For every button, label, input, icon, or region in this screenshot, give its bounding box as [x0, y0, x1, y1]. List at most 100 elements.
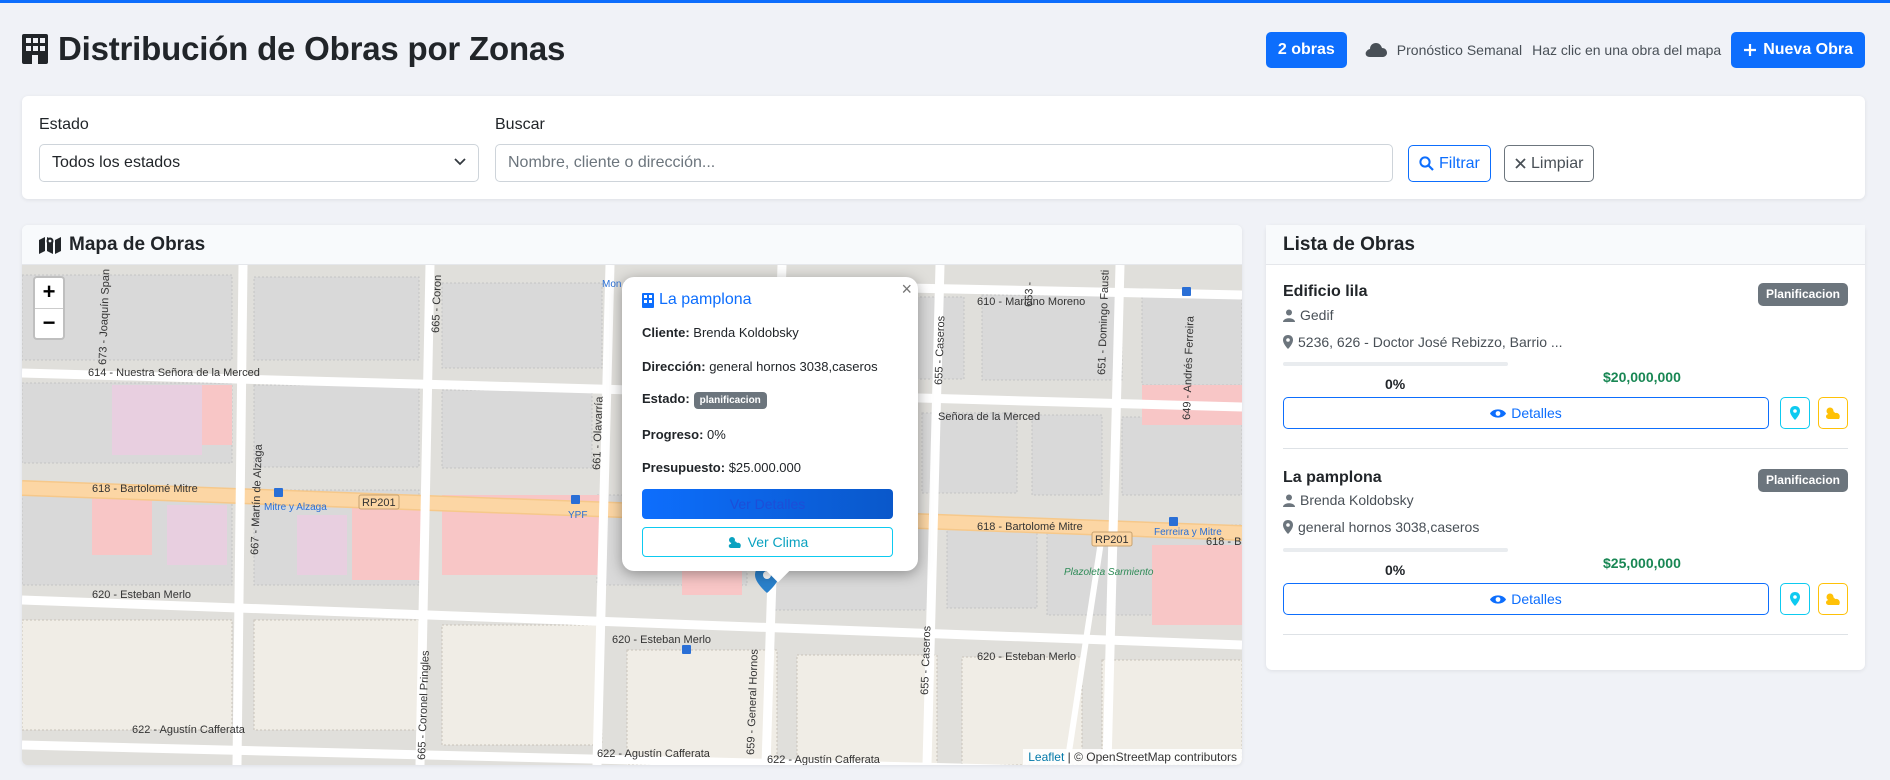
popup-details-button[interactable]: Ver Detalles: [642, 489, 893, 519]
street-label: 655 - Caseros: [919, 625, 933, 695]
filter-button[interactable]: Filtrar: [1408, 145, 1491, 182]
popup-clima-label: Ver Clima: [747, 534, 809, 550]
forecast-label[interactable]: Pronóstico Semanal: [1397, 42, 1522, 58]
route-shield: RP201: [1095, 534, 1129, 546]
search-input[interactable]: [495, 144, 1393, 182]
details-button[interactable]: Detalles: [1283, 583, 1769, 615]
eye-icon: [1490, 594, 1507, 604]
location-pin-icon: [1790, 592, 1800, 606]
header-actions: 2 obras Pronóstico Semanal Haz clic en u…: [1265, 32, 1865, 68]
filter-card: Estado Todos los estados Buscar Filtrar …: [22, 96, 1865, 199]
map-canvas[interactable]: 614 - Nuestra Señora de la Merced Señora…: [22, 265, 1242, 765]
street-label: 620 - Esteban Merlo: [612, 634, 711, 646]
street-label: 655 - Caseros: [933, 315, 947, 385]
chevron-down-icon: [454, 158, 466, 166]
map-icon: [39, 236, 61, 254]
leaflet-link[interactable]: Leaflet: [1028, 750, 1064, 764]
top-accent-bar: [0, 0, 1890, 3]
street-label: 622 - Agustín Cafferata: [767, 754, 881, 765]
obra-name[interactable]: Edificio lila: [1283, 283, 1367, 301]
building-icon: [22, 34, 48, 64]
zoom-out-button[interactable]: −: [35, 308, 63, 338]
budget-text: $25,000,000: [1603, 555, 1681, 571]
popup-clima-button[interactable]: Ver Clima: [642, 527, 893, 557]
progress-text: 0%: [1385, 562, 1406, 578]
budget-text: $20,000,000: [1603, 369, 1681, 385]
list-item: Edificio lila Planificacion Gedif 5236, …: [1283, 283, 1848, 463]
street-label: 618 - Bartolomé Mitre: [92, 483, 198, 495]
street-label: Señora de la Merced: [938, 411, 1040, 423]
park-label: Plazoleta Sarmiento: [1064, 567, 1154, 578]
popup-cliente: Cliente: Brenda Koldobsky: [642, 325, 799, 340]
map-popup: × La pamplona Cliente: Brenda Koldobsky …: [622, 277, 918, 583]
osm-attribution: | © OpenStreetMap contributors: [1067, 750, 1237, 764]
obra-name[interactable]: La pamplona: [1283, 469, 1382, 487]
status-badge: Planificacion: [1757, 469, 1848, 492]
route-shield: RP201: [362, 497, 396, 509]
progress-bar: [1283, 362, 1508, 366]
new-obra-label: Nueva Obra: [1763, 41, 1853, 58]
map-hint: Haz clic en una obra del mapa: [1532, 42, 1722, 58]
weather-button[interactable]: [1818, 397, 1848, 429]
status-badge: planificacion: [693, 392, 767, 409]
clear-button-label: Limpiar: [1531, 154, 1584, 172]
locate-on-map-button[interactable]: [1780, 583, 1810, 615]
obra-client: Gedif: [1283, 307, 1333, 323]
poi-label: YPF: [568, 510, 587, 521]
locate-on-map-button[interactable]: [1780, 397, 1810, 429]
page-title: Distribución de Obras por Zonas: [22, 30, 565, 68]
street-label: 620 - Esteban Merlo: [92, 589, 191, 601]
obras-count-badge: 2 obras: [1265, 32, 1347, 68]
map-card-header: Mapa de Obras: [22, 225, 1242, 265]
estado-select-value: Todos los estados: [52, 154, 181, 171]
location-pin-icon: [1790, 406, 1800, 420]
street-label: 614 - Nuestra Señora de la Merced: [88, 367, 260, 379]
status-badge: Planificacion: [1757, 283, 1848, 306]
location-pin-icon: [1283, 520, 1293, 534]
building-icon: [642, 292, 654, 308]
map-card: Mapa de Obras 614 - Nuestra Señora de la…: [22, 225, 1242, 765]
list-card-header: Lista de Obras: [1266, 225, 1865, 265]
street-label: 622 - Agustín Cafferata: [597, 748, 711, 760]
page-title-text: Distribución de Obras por Zonas: [58, 30, 566, 67]
location-pin-icon: [1283, 335, 1293, 349]
zoom-in-button[interactable]: +: [35, 278, 63, 308]
clear-button[interactable]: Limpiar: [1504, 145, 1595, 182]
popup-presupuesto: Presupuesto: $25.000.000: [642, 460, 801, 475]
street-label: 622 - Agustín Cafferata: [132, 724, 246, 736]
street-label: 618 - Bartolomé Mitre: [977, 521, 1083, 533]
estado-label: Estado: [39, 116, 89, 133]
stop-label: Mitre y Alzaga: [264, 502, 327, 513]
cloud-sun-icon: [1826, 407, 1840, 419]
popup-close-icon[interactable]: ×: [901, 279, 912, 300]
weather-button[interactable]: [1818, 583, 1848, 615]
list-separator: [1283, 634, 1848, 635]
popup-progreso: Progreso: 0%: [642, 427, 726, 442]
new-obra-button[interactable]: Nueva Obra: [1731, 32, 1865, 68]
details-button[interactable]: Detalles: [1283, 397, 1769, 429]
list-separator: [1283, 448, 1848, 449]
popup-title-text: La pamplona: [659, 291, 752, 308]
obras-list-card: Lista de Obras Edificio lila Planificaci…: [1266, 225, 1865, 670]
list-item: La pamplona Planificacion Brenda Koldobs…: [1283, 469, 1848, 649]
eye-icon: [1490, 408, 1507, 418]
estado-select[interactable]: Todos los estados: [39, 144, 479, 182]
user-icon: [1283, 494, 1295, 507]
buscar-label: Buscar: [495, 116, 545, 133]
cloud-sun-icon: [1826, 593, 1840, 605]
cloud-icon[interactable]: [1365, 42, 1387, 58]
popup-direccion: Dirección: general hornos 3038,caseros: [642, 359, 878, 374]
filter-button-label: Filtrar: [1439, 154, 1480, 172]
obra-address: general hornos 3038,caseros: [1283, 519, 1479, 535]
obra-address: 5236, 626 - Doctor José Rebizzo, Barrio …: [1283, 334, 1563, 350]
popup-estado: Estado: planificacion: [642, 391, 767, 409]
user-icon: [1283, 309, 1295, 322]
zoom-control: + −: [33, 276, 65, 340]
street-label: 665 - Coron: [430, 275, 444, 333]
search-icon: [1419, 156, 1434, 171]
progress-bar: [1283, 548, 1508, 552]
map-card-title: Mapa de Obras: [69, 233, 206, 255]
cloud-sun-icon: [728, 536, 741, 548]
map-attribution: Leaflet | © OpenStreetMap contributors: [1023, 749, 1242, 765]
stop-label: Ferreira y Mitre: [1154, 527, 1222, 538]
